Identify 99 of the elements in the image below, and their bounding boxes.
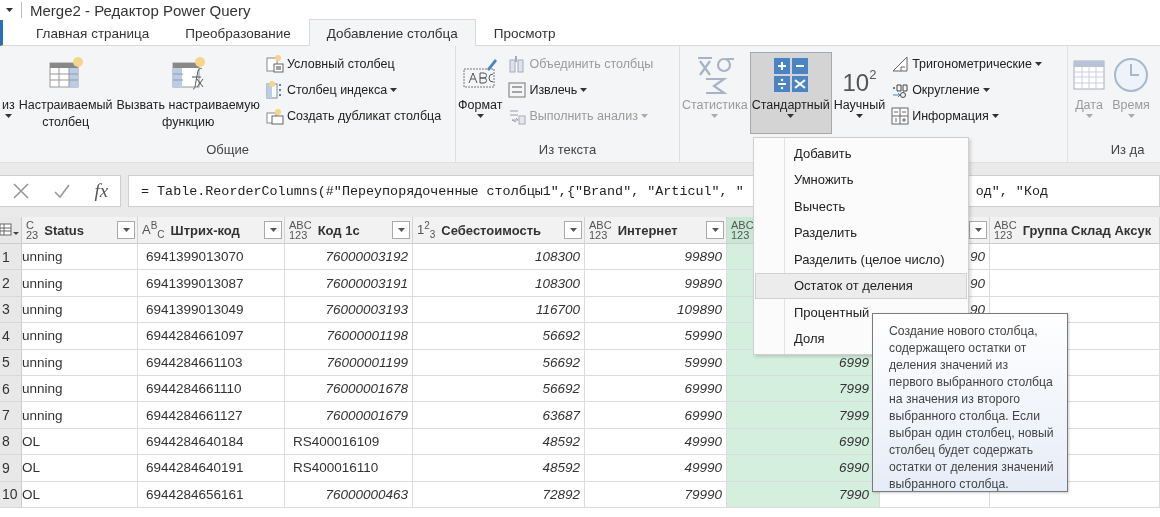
column-name: Код 1с — [317, 222, 361, 238]
ribbon-button[interactable]: 10$^{2}$ Научный — [831, 52, 888, 134]
row-number: 7 — [0, 402, 22, 429]
table-cell: RS400016109 — [285, 428, 413, 456]
ribbon-small-button[interactable]: Информация — [891, 105, 1042, 127]
table-cell: OL — [22, 428, 138, 456]
table-cell: 76000000463 — [285, 481, 413, 508]
table-cell: unning — [22, 375, 138, 403]
table-cell: 59990 — [585, 349, 727, 376]
table-cell: 76000003192 — [285, 244, 413, 271]
table-cell: 76000001678 — [285, 375, 413, 403]
ribbon-small-button[interactable]: Извлечь — [508, 79, 654, 101]
column-name: Группа Склад Аксук — [1022, 222, 1153, 238]
ribbon-small-button[interactable]: Условный столбец — [265, 53, 442, 75]
row-number: 5 — [0, 349, 22, 376]
ribbon-button[interactable]: Стандартный — [749, 52, 832, 134]
table-cell: RS400016110 — [285, 455, 413, 482]
table-cell: 56692 — [413, 375, 585, 403]
table-cell: unning — [22, 270, 138, 297]
table-cell: 69990 — [585, 375, 727, 403]
table-cell: 6944284661103 — [138, 349, 285, 376]
table-cell: 76000001679 — [285, 402, 413, 429]
function-icon[interactable]: fx — [94, 180, 109, 202]
table-cell: 6941399013087 — [138, 270, 285, 297]
table-cell: 59990 — [585, 323, 727, 350]
column-name: Штрих-код — [170, 222, 241, 238]
table-cell: 108300 — [413, 270, 585, 297]
ribbon-small-button[interactable]: Создать дубликат столбца — [265, 105, 442, 127]
table-cell: 99890 — [585, 270, 727, 297]
column-header[interactable]: 1$^{2}$$_{3}$ Себестоимость — [413, 217, 585, 244]
table-cell: 76000003191 — [285, 270, 413, 297]
table-cell: 76000001199 — [285, 349, 413, 376]
table-cell: 48592 — [413, 428, 585, 456]
ribbon-button[interactable]: Вызвать настраиваемую функцию — [114, 52, 262, 134]
table-cell: 6941399013049 — [138, 296, 285, 324]
table-cell: 49990 — [585, 455, 727, 482]
row-number: 3 — [0, 296, 22, 324]
table-cell: OL — [22, 455, 138, 482]
table-cell: unning — [22, 402, 138, 429]
table-cell: 6944284661110 — [138, 375, 285, 403]
table-cell: 63687 — [413, 402, 585, 429]
exponent-icon: 10$^{2}$ — [842, 55, 877, 95]
table-cell: 108300 — [413, 244, 585, 271]
row-number: 9 — [0, 455, 22, 482]
row-number: 4 — [0, 323, 22, 350]
type-icon: ABC 123 — [731, 220, 754, 240]
table-cell: 6944284661097 — [138, 323, 285, 350]
ribbon-button[interactable]: Формат — [456, 52, 505, 134]
table-cell: unning — [22, 349, 138, 376]
ribbon-button[interactable]: из — [0, 52, 17, 134]
column-name: Интернет — [617, 222, 679, 238]
table-cell: 99890 — [585, 244, 727, 271]
type-icon: C 23 — [26, 220, 39, 240]
table-cell: 69990 — [585, 402, 727, 429]
row-number: 8 — [0, 428, 22, 456]
ribbon-small-button[interactable]: Тригонометрические — [891, 53, 1042, 75]
ribbon-button[interactable]: Настраиваемый столбец — [16, 52, 115, 134]
ribbon-small-button[interactable]: Округление — [891, 79, 1042, 101]
table-cell: 109890 — [585, 296, 727, 324]
menu-item[interactable]: Добавить — [755, 140, 861, 167]
row-number: 2 — [0, 270, 22, 297]
menu-item[interactable]: Остаток от деления — [755, 272, 967, 299]
row-number: 1 — [0, 244, 22, 271]
table-cell: 49990 — [585, 428, 727, 456]
table-cell: OL — [22, 481, 138, 508]
table-cell: 76000001198 — [285, 323, 413, 350]
type-icon: ABC 123 — [994, 220, 1017, 240]
table-cell: 6944284661127 — [138, 402, 285, 429]
column-header[interactable]: A$^{B}$$_{C}$ Штрих-код — [138, 217, 285, 244]
window-title: Merge2 - Редактор Power Query — [30, 1, 251, 19]
row-number: 6 — [0, 375, 22, 403]
table-cell: 76000003193 — [285, 296, 413, 324]
table-cell: unning — [22, 296, 138, 324]
table-cell: unning — [22, 244, 138, 271]
column-name: Status — [44, 222, 85, 238]
table-cell: 6944284656161 — [138, 481, 285, 508]
table-cell: 7990 — [727, 481, 880, 508]
group-label: Из текста — [537, 142, 598, 159]
table-cell: 6944284640184 — [138, 428, 285, 456]
type-icon: ABC 123 — [289, 220, 312, 240]
group-label: Общие — [205, 142, 250, 159]
table-cell: 6944284640191 — [138, 455, 285, 482]
menu-item[interactable]: Доля — [755, 325, 834, 352]
menu-item[interactable]: Разделить — [755, 219, 866, 246]
table-cell: unning — [22, 323, 138, 350]
table-cell: 72892 — [413, 481, 585, 508]
table-cell: 56692 — [413, 323, 585, 350]
ribbon-small-button[interactable]: Столбец индекса — [265, 79, 442, 101]
type-icon: ABC 123 — [589, 220, 612, 240]
tooltip: Создание нового столбца, содержащего остатки от деления значений из первого выбранного столбца на значения из второго выбранного столбца. Если выбран один столбец, новый столбец будет содержать остатки от деления значений выбранного столбца. — [872, 313, 1068, 492]
ribbon-tab[interactable]: Добавление столбца — [308, 19, 476, 46]
table-cell: 6941399013070 — [138, 244, 285, 271]
table-cell: 56692 — [413, 349, 585, 376]
column-name: Себестоимость — [441, 222, 543, 238]
table-cell: 48592 — [413, 455, 585, 482]
row-number: 10 — [0, 481, 22, 508]
table-cell: 116700 — [413, 296, 585, 324]
group-label: Из да — [1109, 142, 1146, 159]
table-cell: 79990 — [585, 481, 727, 508]
